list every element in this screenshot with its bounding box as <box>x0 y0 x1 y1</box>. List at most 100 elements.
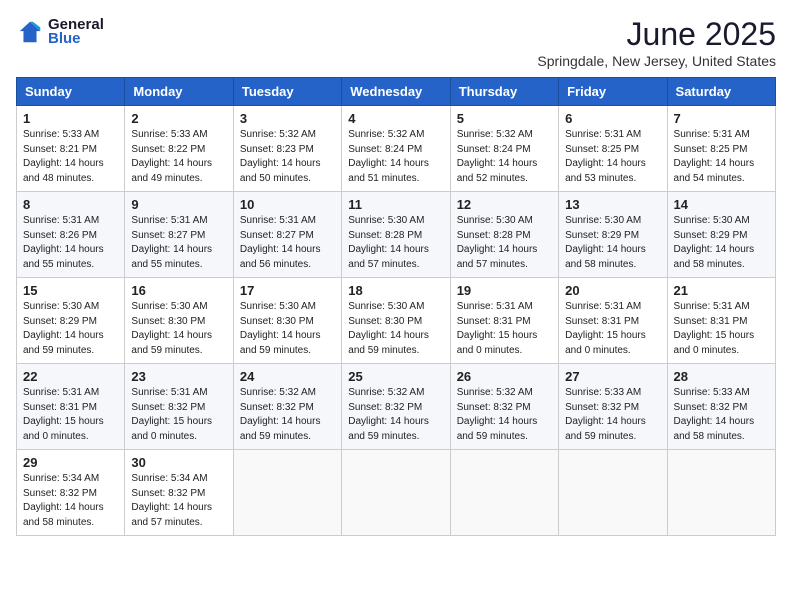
day-number: 2 <box>131 111 226 126</box>
calendar-cell: 24Sunrise: 5:32 AM Sunset: 8:32 PM Dayli… <box>233 364 341 450</box>
calendar-cell <box>450 450 558 536</box>
weekday-header-thursday: Thursday <box>450 78 558 106</box>
logo-text: General Blue <box>48 16 104 47</box>
weekday-header-sunday: Sunday <box>17 78 125 106</box>
day-info: Sunrise: 5:34 AM Sunset: 8:32 PM Dayligh… <box>23 472 118 530</box>
day-number: 1 <box>23 111 118 126</box>
calendar-cell: 11 Sunrise: 5:30 AM Sunset: 8:28 PM Dayli… <box>342 192 450 278</box>
logo-icon <box>16 18 44 46</box>
day-info: Sunrise: 5:30 AM Sunset: 8:29 PM Dayligh… <box>23 300 118 358</box>
day-info: Sunrise: 5:33 AM Sunset: 8:32 PM Dayligh… <box>565 386 660 444</box>
day-info: Sunrise: 5:31 AM Sunset: 8:26 PM Dayligh… <box>23 214 118 272</box>
calendar-cell: 13Sunrise: 5:30 AM Sunset: 8:29 PM Dayli… <box>559 192 667 278</box>
day-info: Sunrise: 5:33 AM Sunset: 8:22 PM Dayligh… <box>131 128 226 186</box>
day-info: Sunrise: 5:32 AM Sunset: 8:24 PM Dayligh… <box>348 128 443 186</box>
month-title: June 2025 <box>537 16 776 53</box>
day-number: 13 <box>565 197 660 212</box>
day-info: Sunrise: 5:32 AM Sunset: 8:23 PM Dayligh… <box>240 128 335 186</box>
day-number: 29 <box>23 455 118 470</box>
calendar-cell: 17 Sunrise: 5:30 AM Sunset: 8:30 PM Dayli… <box>233 278 341 364</box>
day-number: 9 <box>131 197 226 212</box>
calendar-cell: 6 Sunrise: 5:31 AM Sunset: 8:25 PM Daylig… <box>559 106 667 192</box>
day-number: 25 <box>348 369 443 384</box>
calendar-cell: 4 Sunrise: 5:32 AM Sunset: 8:24 PM Daylig… <box>342 106 450 192</box>
day-info: Sunrise: 5:34 AM Sunset: 8:32 PM Dayligh… <box>131 472 226 530</box>
day-number: 16 <box>131 283 226 298</box>
weekday-header-row: SundayMondayTuesdayWednesdayThursdayFrid… <box>17 78 776 106</box>
day-info: Sunrise: 5:31 AM Sunset: 8:25 PM Dayligh… <box>565 128 660 186</box>
calendar-week-row: 22 Sunrise: 5:31 AM Sunset: 8:31 PM Dayli… <box>17 364 776 450</box>
calendar-cell <box>342 450 450 536</box>
calendar-cell: 25 Sunrise: 5:32 AM Sunset: 8:32 PM Dayli… <box>342 364 450 450</box>
calendar-cell: 20Sunrise: 5:31 AM Sunset: 8:31 PM Dayli… <box>559 278 667 364</box>
day-info: Sunrise: 5:30 AM Sunset: 8:30 PM Dayligh… <box>348 300 443 358</box>
day-number: 11 <box>348 197 443 212</box>
day-number: 30 <box>131 455 226 470</box>
day-number: 28 <box>674 369 769 384</box>
day-info: Sunrise: 5:31 AM Sunset: 8:25 PM Dayligh… <box>674 128 769 186</box>
weekday-header-monday: Monday <box>125 78 233 106</box>
calendar-table: SundayMondayTuesdayWednesdayThursdayFrid… <box>16 77 776 536</box>
calendar-cell: 5 Sunrise: 5:32 AM Sunset: 8:24 PM Daylig… <box>450 106 558 192</box>
calendar-week-row: 1 Sunrise: 5:33 AM Sunset: 8:21 PM Daylig… <box>17 106 776 192</box>
day-number: 17 <box>240 283 335 298</box>
day-number: 18 <box>348 283 443 298</box>
calendar-cell: 15 Sunrise: 5:30 AM Sunset: 8:29 PM Dayli… <box>17 278 125 364</box>
day-info: Sunrise: 5:30 AM Sunset: 8:28 PM Dayligh… <box>348 214 443 272</box>
calendar-cell: 2 Sunrise: 5:33 AM Sunset: 8:22 PM Daylig… <box>125 106 233 192</box>
calendar-cell <box>667 450 775 536</box>
day-number: 12 <box>457 197 552 212</box>
day-number: 22 <box>23 369 118 384</box>
weekday-header-friday: Friday <box>559 78 667 106</box>
calendar-cell <box>233 450 341 536</box>
day-number: 5 <box>457 111 552 126</box>
calendar-cell <box>559 450 667 536</box>
calendar-cell: 1 Sunrise: 5:33 AM Sunset: 8:21 PM Daylig… <box>17 106 125 192</box>
day-info: Sunrise: 5:31 AM Sunset: 8:27 PM Dayligh… <box>240 214 335 272</box>
day-info: Sunrise: 5:32 AM Sunset: 8:32 PM Dayligh… <box>348 386 443 444</box>
day-info: Sunrise: 5:33 AM Sunset: 8:21 PM Dayligh… <box>23 128 118 186</box>
day-info: Sunrise: 5:32 AM Sunset: 8:32 PM Dayligh… <box>457 386 552 444</box>
day-number: 26 <box>457 369 552 384</box>
calendar-cell: 12 Sunrise: 5:30 AM Sunset: 8:28 PM Dayli… <box>450 192 558 278</box>
day-info: Sunrise: 5:31 AM Sunset: 8:27 PM Dayligh… <box>131 214 226 272</box>
title-block: June 2025 Springdale, New Jersey, United… <box>537 16 776 69</box>
page-header: General Blue June 2025 Springdale, New J… <box>16 16 776 69</box>
day-info: Sunrise: 5:31 AM Sunset: 8:31 PM Dayligh… <box>674 300 769 358</box>
day-number: 14 <box>674 197 769 212</box>
day-info: Sunrise: 5:33 AM Sunset: 8:32 PM Dayligh… <box>674 386 769 444</box>
day-info: Sunrise: 5:32 AM Sunset: 8:24 PM Dayligh… <box>457 128 552 186</box>
day-info: Sunrise: 5:31 AM Sunset: 8:32 PM Dayligh… <box>131 386 226 444</box>
calendar-cell: 8 Sunrise: 5:31 AM Sunset: 8:26 PM Daylig… <box>17 192 125 278</box>
calendar-week-row: 15 Sunrise: 5:30 AM Sunset: 8:29 PM Dayli… <box>17 278 776 364</box>
day-number: 10 <box>240 197 335 212</box>
weekday-header-tuesday: Tuesday <box>233 78 341 106</box>
calendar-cell: 23Sunrise: 5:31 AM Sunset: 8:32 PM Dayli… <box>125 364 233 450</box>
day-number: 8 <box>23 197 118 212</box>
day-number: 24 <box>240 369 335 384</box>
calendar-cell: 14 Sunrise: 5:30 AM Sunset: 8:29 PM Dayli… <box>667 192 775 278</box>
day-info: Sunrise: 5:31 AM Sunset: 8:31 PM Dayligh… <box>457 300 552 358</box>
day-info: Sunrise: 5:30 AM Sunset: 8:30 PM Dayligh… <box>240 300 335 358</box>
day-number: 4 <box>348 111 443 126</box>
day-number: 27 <box>565 369 660 384</box>
location: Springdale, New Jersey, United States <box>537 53 776 69</box>
day-info: Sunrise: 5:30 AM Sunset: 8:28 PM Dayligh… <box>457 214 552 272</box>
calendar-cell: 30 Sunrise: 5:34 AM Sunset: 8:32 PM Dayli… <box>125 450 233 536</box>
calendar-cell: 3Sunrise: 5:32 AM Sunset: 8:23 PM Daylig… <box>233 106 341 192</box>
calendar-cell: 21Sunrise: 5:31 AM Sunset: 8:31 PM Dayli… <box>667 278 775 364</box>
day-info: Sunrise: 5:31 AM Sunset: 8:31 PM Dayligh… <box>23 386 118 444</box>
calendar-cell: 9 Sunrise: 5:31 AM Sunset: 8:27 PM Daylig… <box>125 192 233 278</box>
calendar-cell: 18 Sunrise: 5:30 AM Sunset: 8:30 PM Dayli… <box>342 278 450 364</box>
logo: General Blue <box>16 16 104 47</box>
day-number: 6 <box>565 111 660 126</box>
day-number: 15 <box>23 283 118 298</box>
day-info: Sunrise: 5:30 AM Sunset: 8:29 PM Dayligh… <box>674 214 769 272</box>
calendar-cell: 19Sunrise: 5:31 AM Sunset: 8:31 PM Dayli… <box>450 278 558 364</box>
day-info: Sunrise: 5:31 AM Sunset: 8:31 PM Dayligh… <box>565 300 660 358</box>
calendar-cell: 22 Sunrise: 5:31 AM Sunset: 8:31 PM Dayli… <box>17 364 125 450</box>
calendar-cell: 28 Sunrise: 5:33 AM Sunset: 8:32 PM Dayli… <box>667 364 775 450</box>
day-info: Sunrise: 5:30 AM Sunset: 8:30 PM Dayligh… <box>131 300 226 358</box>
calendar-cell: 7 Sunrise: 5:31 AM Sunset: 8:25 PM Daylig… <box>667 106 775 192</box>
day-number: 7 <box>674 111 769 126</box>
